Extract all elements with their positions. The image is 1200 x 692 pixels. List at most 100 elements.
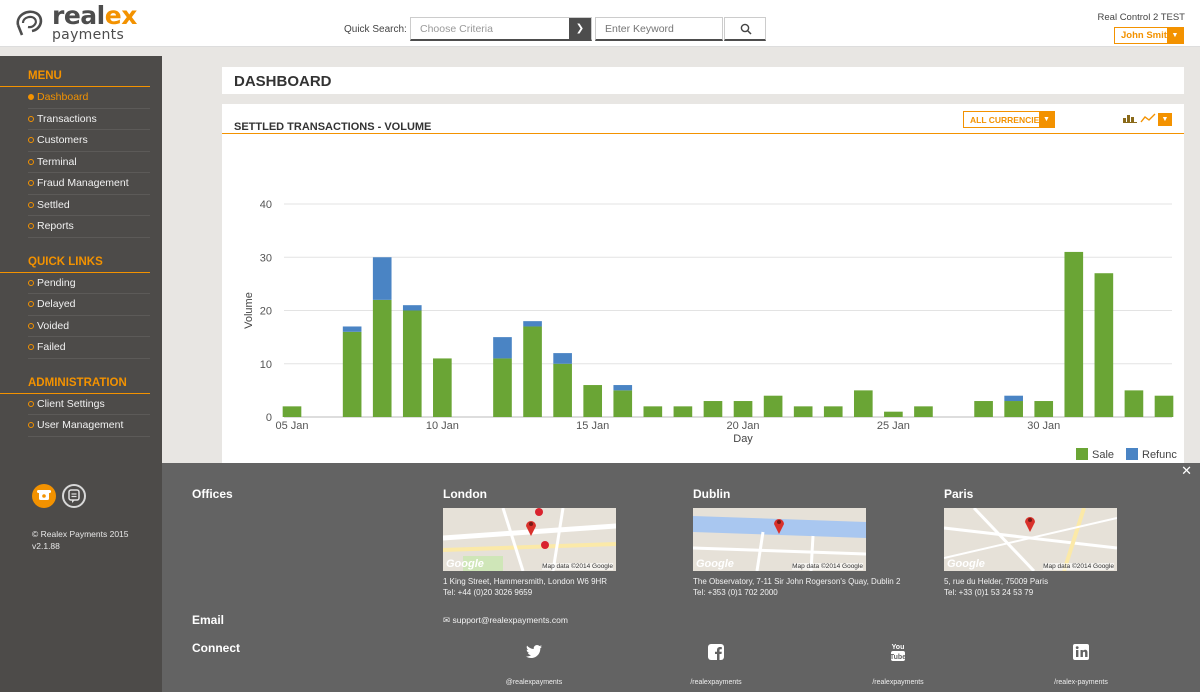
connect-label: Connect xyxy=(192,641,240,655)
bar-sale xyxy=(282,406,302,417)
menu-heading: MENU xyxy=(0,70,150,87)
office-address: 1 King Street, Hammersmith, London W6 9H… xyxy=(443,576,683,598)
office-address-line: The Observatory, 7-11 Sir John Rogerson'… xyxy=(693,577,901,586)
sidebar-item-label: Transactions xyxy=(37,112,97,125)
bar-sale xyxy=(372,299,392,417)
logo-accent-text: ex xyxy=(104,1,138,30)
phone-button[interactable] xyxy=(32,484,56,508)
sidebar-item-terminal[interactable]: Terminal xyxy=(28,152,150,173)
social-handle: /realex-payments xyxy=(1054,679,1108,686)
sidebar-item-label: Dashboard xyxy=(37,91,89,103)
sidebar-item-reports[interactable]: Reports xyxy=(28,216,150,238)
sidebar-menus: MENU Dashboard Transactions Customers Termin… xyxy=(0,70,150,437)
bullet-icon xyxy=(28,422,34,428)
page-title: DASHBOARD xyxy=(234,73,332,90)
london-map[interactable]: Google Map data ©2014 Google xyxy=(443,508,616,571)
user-menu-button[interactable]: John Smith ▼ xyxy=(1114,27,1184,44)
logo-main-text: real xyxy=(52,1,105,30)
bar-sale xyxy=(823,406,843,417)
bar-refunc xyxy=(402,305,422,311)
x-tick-label: 25 Jan xyxy=(877,420,910,432)
sidebar-item-customers[interactable]: Customers xyxy=(28,130,150,152)
chat-icon xyxy=(68,489,80,503)
line-chart-icon[interactable] xyxy=(1140,112,1156,124)
sidebar-item-dashboard[interactable]: Dashboard xyxy=(28,87,150,109)
office-address-line: 5, rue du Helder, 75009 Paris xyxy=(944,577,1049,586)
menu-heading: QUICK LINKS xyxy=(0,256,150,273)
chevron-down-icon[interactable]: ❯ xyxy=(569,18,591,40)
bar-sale xyxy=(673,406,693,417)
bar-sale xyxy=(523,326,542,417)
menu-section: QUICK LINKS Pending Delayed Voided Failed xyxy=(0,256,150,359)
legend-swatch xyxy=(1076,448,1088,460)
map-pin-icon xyxy=(526,521,536,536)
currency-select[interactable]: ALL CURRENCIES ▼ xyxy=(963,111,1055,128)
logo-sub-text: payments xyxy=(52,27,125,43)
google-logo: Google xyxy=(947,558,985,570)
legend-swatch xyxy=(1126,448,1138,460)
office-address: 5, rue du Helder, 75009 Paris Tel: +33 (… xyxy=(944,576,1184,598)
sidebar-item-label: Customers xyxy=(37,134,88,146)
copyright: © Realex Payments 2015 v2.1.88 xyxy=(32,528,129,552)
criteria-select-value: Choose Criteria xyxy=(420,23,493,35)
sidebar-item-voided[interactable]: Voided xyxy=(28,316,150,337)
dublin-map[interactable]: Google Map data ©2014 Google xyxy=(693,508,866,571)
bar-refunc xyxy=(342,326,362,332)
youtube-icon: You Tube xyxy=(890,644,906,661)
sidebar-item-settled[interactable]: Settled xyxy=(28,195,150,216)
y-axis-label: Volume xyxy=(243,292,255,329)
account-name: Real Control 2 TEST xyxy=(1097,12,1185,23)
bullet-icon xyxy=(28,223,34,229)
google-logo: Google xyxy=(696,558,734,570)
social-twitter[interactable]: @realexpayments xyxy=(484,640,584,686)
office-tel: Tel: +33 (0)1 53 24 53 79 xyxy=(944,588,1034,597)
bullet-icon xyxy=(28,301,34,307)
bullet-icon xyxy=(28,180,34,186)
legend-label: Sale xyxy=(1092,449,1114,461)
realex-logo[interactable]: realex payments xyxy=(14,3,154,43)
sidebar-item-label: Fraud Management xyxy=(37,177,129,189)
social-linkedin[interactable]: /realex-payments xyxy=(1031,640,1131,686)
bullet-icon xyxy=(28,344,34,350)
social-facebook[interactable]: /realexpayments xyxy=(666,640,766,686)
office-tel: Tel: +353 (0)1 702 2000 xyxy=(693,588,778,597)
sidebar-item-transactions[interactable]: Transactions xyxy=(28,109,150,130)
sidebar-item-pending[interactable]: Pending xyxy=(28,273,150,294)
sidebar-item-client-settings[interactable]: Client Settings xyxy=(28,394,150,415)
sidebar-item-delayed[interactable]: Delayed xyxy=(28,294,150,316)
sidebar: MENU Dashboard Transactions Customers Termin… xyxy=(0,56,162,692)
bar-refunc xyxy=(1004,395,1023,402)
search-button[interactable] xyxy=(724,17,766,41)
bullet-icon xyxy=(28,137,34,143)
bar-chart-icon[interactable] xyxy=(1123,113,1137,123)
bullet-icon xyxy=(28,201,34,208)
sidebar-item-user-management[interactable]: User Management xyxy=(28,415,150,437)
x-tick-label: 05 Jan xyxy=(275,420,308,432)
sidebar-item-fraud-management[interactable]: Fraud Management xyxy=(28,173,150,195)
office-address: The Observatory, 7-11 Sir John Rogerson'… xyxy=(693,576,933,598)
bar-refunc xyxy=(613,385,633,391)
bullet-icon xyxy=(28,279,34,286)
dashboard-header: DASHBOARD xyxy=(222,67,1184,94)
bar-sale xyxy=(583,385,603,417)
chat-button[interactable] xyxy=(62,484,86,508)
sidebar-item-failed[interactable]: Failed xyxy=(28,337,150,359)
quick-search-label: Quick Search: xyxy=(344,24,407,35)
x-tick-label: 10 Jan xyxy=(426,420,459,432)
social-youtube[interactable]: You Tube /realexpayments xyxy=(848,640,948,686)
map-credit: Map data ©2014 Google xyxy=(542,563,613,570)
y-tick-label: 10 xyxy=(260,359,272,371)
keyword-input[interactable] xyxy=(595,17,723,41)
bar-sale xyxy=(433,358,452,417)
volume-chart: 0 10 20 30 40 05 Jan 10 Jan 15 Jan 20 Jan 25 Jan 3… xyxy=(243,199,1177,461)
bullet-icon xyxy=(28,115,34,122)
map-pin-icon xyxy=(1025,517,1035,532)
chevron-down-icon[interactable]: ▼ xyxy=(1158,113,1172,126)
bar-sale xyxy=(553,363,572,417)
criteria-select[interactable]: Choose Criteria ❯ xyxy=(410,17,592,41)
bar-refunc xyxy=(523,321,542,327)
paris-map[interactable]: Google Map data ©2014 Google xyxy=(944,508,1117,571)
bullet-icon xyxy=(28,400,34,407)
email-link[interactable]: ✉ support@realexpayments.com xyxy=(443,615,568,626)
close-icon[interactable]: ✕ xyxy=(1181,463,1192,479)
